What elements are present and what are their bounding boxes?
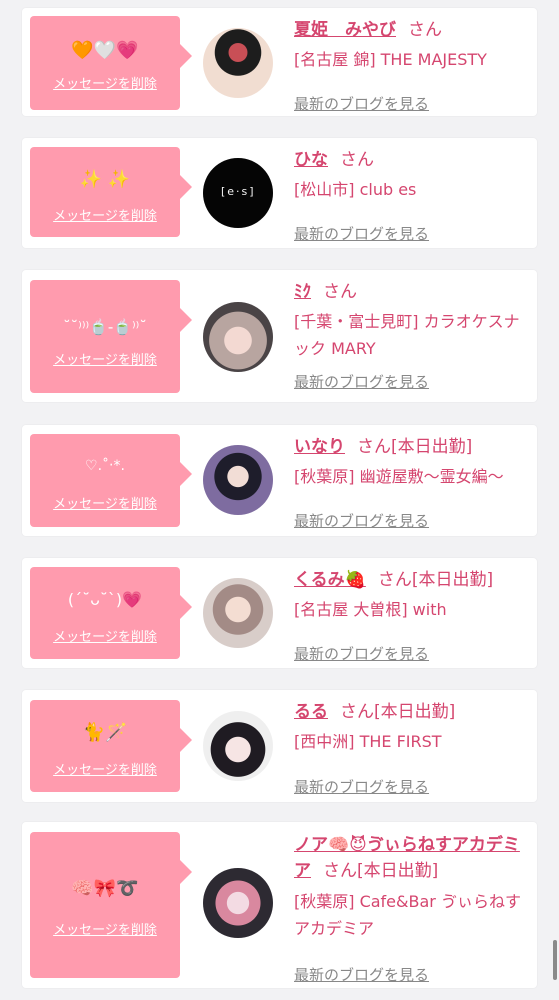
message-card: 🧠🎀➰ メッセージを削除 ノア🧠😈ゔぃらねすアカデミア さん[本日出勤] [秋葉原… — [22, 822, 537, 988]
shop-name: [秋葉原] 幽遊屋敷～霊女編～ — [294, 467, 504, 486]
sender-info: るる さん[本日出勤] [西中洲] THE FIRST 最新のブログを見る — [294, 700, 525, 796]
avatar[interactable] — [203, 868, 273, 938]
delete-message-link[interactable]: メッセージを削除 — [30, 208, 180, 226]
message-card: ♡.˚‧*. メッセージを削除 いなり さん[本日出勤] [秋葉原] 幽遊屋敷～霊… — [22, 425, 537, 536]
message-card: 🐈🪄 メッセージを削除 るる さん[本日出勤] [西中洲] THE FIRST 最… — [22, 690, 537, 802]
san-label: さん — [323, 282, 357, 302]
latest-blog-link[interactable]: 最新のブログを見る — [294, 224, 429, 244]
message-card: 🧡🤍💗 メッセージを削除 夏姫 みやび さん [名古屋 錦] THE MAJEST… — [22, 8, 537, 116]
sender-name-link[interactable]: くるみ🍓 — [294, 570, 366, 590]
avatar[interactable] — [203, 302, 273, 372]
sender-info: ひな さん [松山市] club es 最新のブログを見る — [294, 148, 525, 243]
message-text: (ˊ˘ᴗ˘ˋ)💗 — [67, 590, 143, 609]
san-label: さん — [323, 861, 357, 881]
message-bubble: 🐈🪄 メッセージを削除 — [30, 700, 192, 792]
message-text: ♡.˚‧*. — [85, 458, 125, 474]
san-label: さん — [340, 150, 374, 170]
shop-name: [秋葉原] Cafe&Bar ゔぃらねすアカデミア — [294, 892, 521, 938]
message-bubble: 🧠🎀➰ メッセージを削除 — [30, 832, 192, 978]
sender-name-link[interactable]: 夏姫 みやび — [294, 20, 396, 40]
delete-message-link[interactable]: メッセージを削除 — [30, 352, 180, 370]
avatar[interactable] — [203, 28, 273, 98]
shop-name: [西中洲] THE FIRST — [294, 732, 442, 751]
sender-info: 夏姫 みやび さん [名古屋 錦] THE MAJESTY 最新のブログを見る — [294, 18, 525, 113]
message-text: ˘˘⁾⁾⁾🍵-🍵⁾⁾˘ — [63, 318, 147, 336]
san-label: さん — [357, 437, 391, 457]
shop-name: [名古屋 錦] THE MAJESTY — [294, 50, 487, 69]
avatar[interactable] — [203, 578, 273, 648]
latest-blog-link[interactable]: 最新のブログを見る — [294, 965, 429, 985]
logo-icon: [e·s] — [221, 185, 256, 198]
sender-info: いなり さん[本日出勤] [秋葉原] 幽遊屋敷～霊女編～ 最新のブログを見る — [294, 435, 525, 530]
avatar[interactable] — [203, 711, 273, 781]
message-card: ✨ ✨ メッセージを削除 [e·s] ひな さん [松山市] club es 最新… — [22, 138, 537, 248]
sender-name-link[interactable]: ひな — [294, 150, 328, 170]
sender-info: くるみ🍓 さん[本日出勤] [名古屋 大曽根] with 最新のブログを見る — [294, 568, 525, 663]
latest-blog-link[interactable]: 最新のブログを見る — [294, 777, 429, 797]
delete-message-link[interactable]: メッセージを削除 — [30, 629, 180, 647]
shop-name: [名古屋 大曽根] with — [294, 600, 447, 619]
message-bubble: ♡.˚‧*. メッセージを削除 — [30, 434, 192, 527]
status-label: [本日出勤] — [357, 861, 439, 881]
sender-name-link[interactable]: いなり — [294, 437, 345, 457]
status-label: [本日出勤] — [391, 437, 473, 457]
message-text: 🧠🎀➰ — [71, 878, 139, 899]
latest-blog-link[interactable]: 最新のブログを見る — [294, 94, 429, 114]
message-bubble: ✨ ✨ メッセージを削除 — [30, 147, 192, 237]
message-bubble: ˘˘⁾⁾⁾🍵-🍵⁾⁾˘ メッセージを削除 — [30, 280, 192, 393]
shop-name: [松山市] club es — [294, 180, 417, 199]
scrollbar[interactable] — [553, 940, 557, 980]
latest-blog-link[interactable]: 最新のブログを見る — [294, 372, 429, 392]
delete-message-link[interactable]: メッセージを削除 — [30, 762, 180, 780]
sender-name-link[interactable]: ﾐｸ — [294, 282, 311, 302]
delete-message-link[interactable]: メッセージを削除 — [30, 76, 180, 94]
delete-message-link[interactable]: メッセージを削除 — [30, 922, 180, 940]
shop-name: [千葉・富士見町] カラオケスナック MARY — [294, 312, 520, 358]
status-label: [本日出勤] — [374, 702, 456, 722]
san-label: さん — [377, 570, 412, 590]
message-text: 🧡🤍💗 — [71, 40, 139, 61]
san-label: さん — [340, 702, 374, 722]
message-list: 🧡🤍💗 メッセージを削除 夏姫 みやび さん [名古屋 錦] THE MAJEST… — [0, 0, 559, 1000]
latest-blog-link[interactable]: 最新のブログを見る — [294, 644, 429, 664]
delete-message-link[interactable]: メッセージを削除 — [30, 496, 180, 514]
san-label: さん — [408, 20, 442, 40]
status-label: [本日出勤] — [411, 570, 494, 590]
message-bubble: (ˊ˘ᴗ˘ˋ)💗 メッセージを削除 — [30, 567, 192, 659]
avatar[interactable] — [203, 445, 273, 515]
message-text: 🐈🪄 — [82, 722, 128, 743]
sender-info: ﾐｸ さん [千葉・富士見町] カラオケスナック MARY 最新のブログを見る — [294, 280, 525, 391]
message-text: ✨ ✨ — [79, 169, 131, 190]
message-card: ˘˘⁾⁾⁾🍵-🍵⁾⁾˘ メッセージを削除 ﾐｸ さん [千葉・富士見町] カラオケ… — [22, 270, 537, 402]
message-bubble: 🧡🤍💗 メッセージを削除 — [30, 16, 192, 110]
sender-name-link[interactable]: るる — [294, 702, 328, 722]
avatar[interactable]: [e·s] — [203, 158, 273, 228]
latest-blog-link[interactable]: 最新のブログを見る — [294, 511, 429, 531]
message-card: (ˊ˘ᴗ˘ˋ)💗 メッセージを削除 くるみ🍓 さん[本日出勤] [名古屋 大曽根]… — [22, 558, 537, 668]
sender-info: ノア🧠😈ゔぃらねすアカデミア さん[本日出勤] [秋葉原] Cafe&Bar ゔぃ… — [294, 832, 525, 984]
